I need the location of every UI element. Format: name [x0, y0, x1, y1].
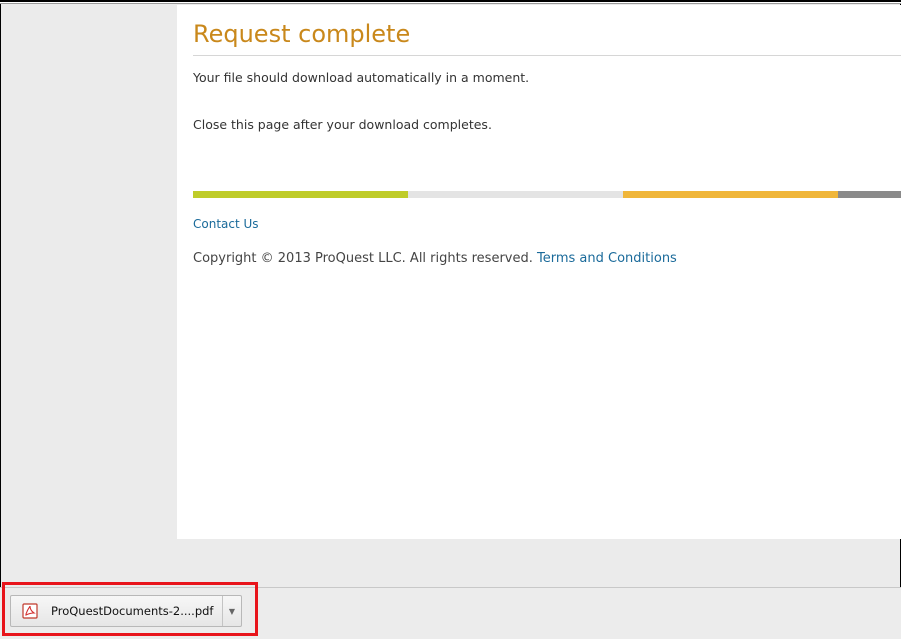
contact-us-link[interactable]: Contact Us	[193, 217, 259, 231]
page-title: Request complete	[193, 20, 411, 48]
color-segment-green	[193, 191, 408, 198]
window-top-edge	[0, 0, 901, 4]
color-segment-orange	[623, 191, 838, 198]
terms-and-conditions-link[interactable]: Terms and Conditions	[537, 251, 677, 266]
download-item[interactable]: ProQuestDocuments-2....pdf ▼	[10, 595, 242, 627]
chevron-down-icon[interactable]: ▼	[223, 596, 241, 626]
title-divider	[193, 55, 901, 56]
copyright-line: Copyright © 2013 ProQuest LLC. All right…	[193, 251, 677, 266]
download-file-name: ProQuestDocuments-2....pdf	[51, 604, 214, 618]
close-page-message: Close this page after your download comp…	[193, 117, 492, 132]
page-content: Request complete Your file should downlo…	[177, 5, 901, 539]
copyright-text: Copyright © 2013 ProQuest LLC. All right…	[193, 251, 533, 266]
color-segment-lightgray	[408, 191, 623, 198]
download-message: Your file should download automatically …	[193, 70, 530, 85]
footer-color-bar	[193, 191, 901, 198]
pdf-icon	[22, 603, 38, 619]
color-segment-darkgray	[838, 191, 901, 198]
